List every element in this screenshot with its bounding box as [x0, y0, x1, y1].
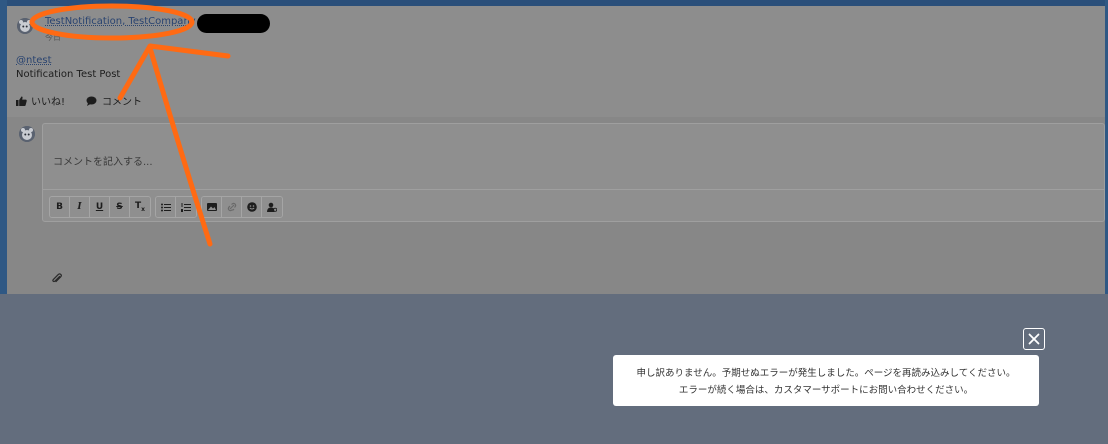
image-icon	[206, 203, 217, 211]
numbered-list-button[interactable]	[176, 197, 196, 217]
error-message-line-2: エラーが続く場合は、カスタマーサポートにお問い合わせください。	[678, 385, 974, 396]
format-button-group: B I U S Tx	[49, 196, 151, 218]
bold-button[interactable]: B	[50, 197, 70, 217]
italic-button[interactable]: I	[70, 197, 90, 217]
like-button[interactable]: いいね!	[16, 93, 65, 108]
bold-icon: B	[56, 202, 63, 212]
author-avatar[interactable]	[17, 18, 33, 34]
speech-bubble-icon	[86, 96, 97, 106]
error-message-line-1: 申し訳ありません。予期せぬエラーが発生しました。ページを再読み込みしてください。	[636, 368, 1016, 379]
link-button[interactable]	[222, 197, 242, 217]
attach-button[interactable]	[51, 270, 63, 289]
comment-button[interactable]: コメント	[86, 93, 142, 108]
error-toast: 申し訳ありません。予期せぬエラーが発生しました。ページを再読み込みしてください。…	[613, 355, 1039, 406]
list-button-group	[155, 196, 197, 218]
bullet-list-button[interactable]	[156, 197, 176, 217]
mention-link[interactable]: @ntest	[16, 55, 52, 66]
mention-button[interactable]	[262, 197, 282, 217]
strikethrough-button[interactable]: S	[110, 197, 130, 217]
post-timestamp: 今日	[45, 33, 61, 42]
numbered-list-icon	[181, 202, 191, 212]
bullet-list-icon	[160, 203, 171, 211]
link-icon	[227, 202, 236, 212]
italic-icon: I	[77, 202, 82, 212]
insert-button-group	[201, 196, 283, 218]
strikethrough-icon: S	[116, 202, 123, 212]
astro-avatar-icon	[17, 18, 33, 34]
close-icon	[1028, 333, 1040, 345]
emoji-button[interactable]	[242, 197, 262, 217]
left-edge-strip	[0, 0, 7, 294]
author-name-link[interactable]: TestNotification, TestCompany	[45, 16, 196, 27]
emoji-icon	[246, 202, 257, 212]
comment-label: コメント	[102, 97, 142, 108]
like-label: いいね!	[31, 97, 66, 108]
comment-composer: B I U S Tx	[7, 117, 1105, 294]
redacted-mark	[197, 14, 270, 33]
thumbs-up-icon	[16, 95, 27, 106]
rich-text-toolbar: B I U S Tx	[49, 196, 283, 218]
underline-button[interactable]: U	[90, 197, 110, 217]
image-button[interactable]	[202, 197, 222, 217]
paperclip-icon	[52, 273, 62, 283]
clear-format-icon: Tx	[134, 201, 145, 213]
underline-icon: U	[95, 202, 104, 212]
mention-icon	[267, 202, 277, 212]
astro-avatar-icon	[19, 126, 35, 142]
comment-editor: B I U S Tx	[42, 123, 1105, 222]
current-user-avatar	[19, 126, 35, 142]
feed-post-panel: TestNotification, TestCompany 今日 @ntest …	[7, 6, 1105, 294]
post-body-text: Notification Test Post	[16, 69, 121, 80]
close-toast-button[interactable]	[1023, 328, 1045, 350]
clear-format-button[interactable]: Tx	[130, 197, 150, 217]
comment-input[interactable]	[43, 124, 1104, 190]
